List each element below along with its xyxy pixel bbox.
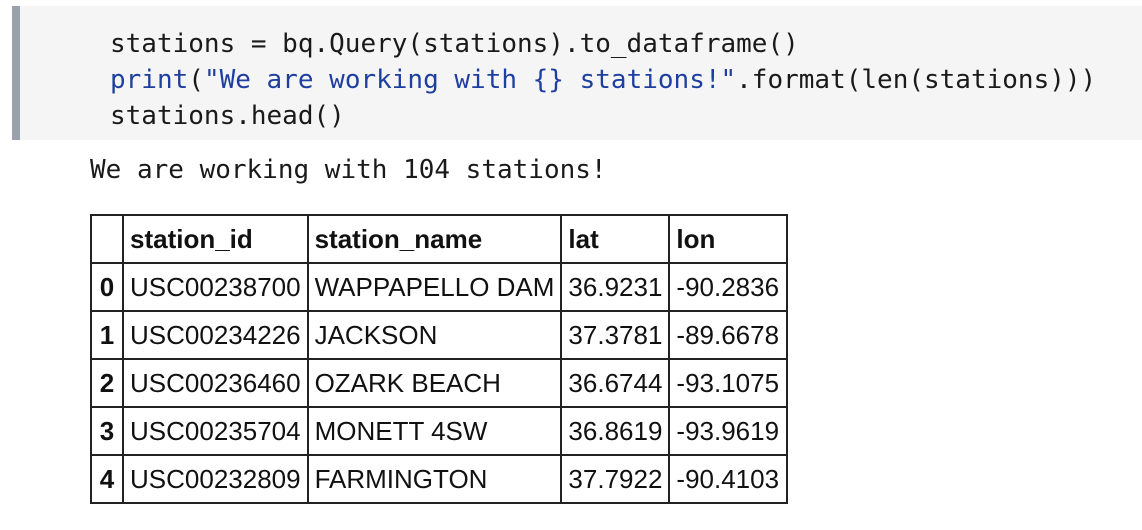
cell-lon: -93.1075 xyxy=(668,358,789,408)
cell-station-id: USC00235704 xyxy=(122,406,309,456)
table-header-row: station_id station_name lat lon xyxy=(90,214,789,264)
cell-station-id: USC00234226 xyxy=(122,310,309,360)
column-header-index xyxy=(90,214,124,264)
row-index: 3 xyxy=(90,406,124,456)
cell-lat: 36.6744 xyxy=(560,358,671,408)
cell-station-id: USC00236460 xyxy=(122,358,309,408)
cell-station-id: USC00232809 xyxy=(122,454,309,504)
cell-lat: 37.7922 xyxy=(560,454,671,504)
table-row: 2 USC00236460 OZARK BEACH 36.6744 -93.10… xyxy=(90,358,789,408)
column-header-lon: lon xyxy=(668,214,789,264)
cell-station-name: OZARK BEACH xyxy=(306,358,563,408)
column-header-lat: lat xyxy=(560,214,671,264)
table-row: 0 USC00238700 WAPPAPELLO DAM 36.9231 -90… xyxy=(90,262,789,312)
row-index: 4 xyxy=(90,454,124,504)
table-row: 3 USC00235704 MONETT 4SW 36.8619 -93.961… xyxy=(90,406,789,456)
code-string-literal: "We are working with {} stations!" xyxy=(203,65,737,95)
cell-lon: -90.2836 xyxy=(668,262,789,312)
row-index: 0 xyxy=(90,262,124,312)
column-header-station-id: station_id xyxy=(122,214,309,264)
notebook-cell: stations = bq.Query(stations).to_datafra… xyxy=(0,0,1142,530)
cell-lat: 37.3781 xyxy=(560,310,671,360)
cell-station-name: MONETT 4SW xyxy=(306,406,563,456)
cell-station-id: USC00238700 xyxy=(122,262,309,312)
code-editor[interactable]: stations = bq.Query(stations).to_datafra… xyxy=(110,26,1096,134)
code-input-area[interactable]: stations = bq.Query(stations).to_datafra… xyxy=(12,6,1142,140)
stdout-output: We are working with 104 stations! xyxy=(90,155,607,185)
cell-lon: -89.6678 xyxy=(668,310,789,360)
row-index: 2 xyxy=(90,358,124,408)
cell-lat: 36.8619 xyxy=(560,406,671,456)
code-format-call: .format(len(stations))) xyxy=(736,65,1097,95)
row-index: 1 xyxy=(90,310,124,360)
cell-station-name: FARMINGTON xyxy=(306,454,563,504)
cell-lon: -93.9619 xyxy=(668,406,789,456)
table-row: 4 USC00232809 FARMINGTON 37.7922 -90.410… xyxy=(90,454,789,504)
code-line-2: print("We are working with {} stations!"… xyxy=(110,65,1096,95)
table-row: 1 USC00234226 JACKSON 37.3781 -89.6678 xyxy=(90,310,789,360)
code-line-3: stations.head() xyxy=(110,101,345,131)
cell-lat: 36.9231 xyxy=(560,262,671,312)
column-header-station-name: station_name xyxy=(306,214,563,264)
cell-station-name: JACKSON xyxy=(306,310,563,360)
code-builtin-print: print xyxy=(110,65,189,95)
code-line-1: stations = bq.Query(stations).to_datafra… xyxy=(110,29,799,59)
code-paren: ( xyxy=(188,65,204,95)
cell-lon: -90.4103 xyxy=(668,454,789,504)
dataframe-table: station_id station_name lat lon 0 USC002… xyxy=(90,214,789,504)
cell-station-name: WAPPAPELLO DAM xyxy=(306,262,563,312)
